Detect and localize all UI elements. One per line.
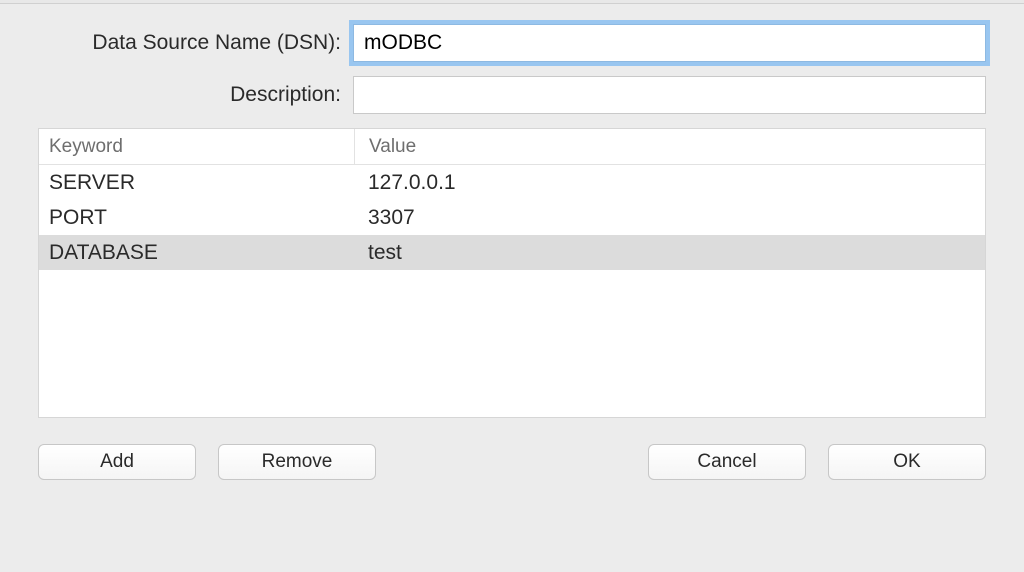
cell-value: 127.0.0.1	[354, 171, 985, 195]
cell-value: 3307	[354, 206, 985, 230]
description-label: Description:	[38, 83, 353, 107]
cell-keyword: DATABASE	[39, 241, 354, 265]
dsn-label: Data Source Name (DSN):	[38, 31, 353, 55]
dsn-input[interactable]	[353, 24, 986, 62]
description-row: Description:	[38, 76, 986, 114]
button-bar: Add Remove Cancel OK	[38, 444, 986, 480]
cell-keyword: PORT	[39, 206, 354, 230]
ok-button[interactable]: OK	[828, 444, 986, 480]
dsn-row: Data Source Name (DSN):	[38, 24, 986, 62]
column-header-value[interactable]: Value	[354, 129, 985, 164]
keyword-value-table: Keyword Value SERVER127.0.0.1PORT3307DAT…	[38, 128, 986, 418]
cell-keyword: SERVER	[39, 171, 354, 195]
table-row[interactable]: PORT3307	[39, 200, 985, 235]
description-input[interactable]	[353, 76, 986, 114]
table-row[interactable]: DATABASEtest	[39, 235, 985, 270]
add-button[interactable]: Add	[38, 444, 196, 480]
remove-button[interactable]: Remove	[218, 444, 376, 480]
cell-value: test	[354, 241, 985, 265]
table-header-row: Keyword Value	[39, 129, 985, 165]
dsn-config-dialog: Data Source Name (DSN): Description: Key…	[0, 4, 1024, 500]
column-header-keyword[interactable]: Keyword	[39, 136, 354, 158]
button-spacer	[398, 444, 626, 480]
table-body: SERVER127.0.0.1PORT3307DATABASEtest	[39, 165, 985, 417]
cancel-button[interactable]: Cancel	[648, 444, 806, 480]
table-row[interactable]: SERVER127.0.0.1	[39, 165, 985, 200]
